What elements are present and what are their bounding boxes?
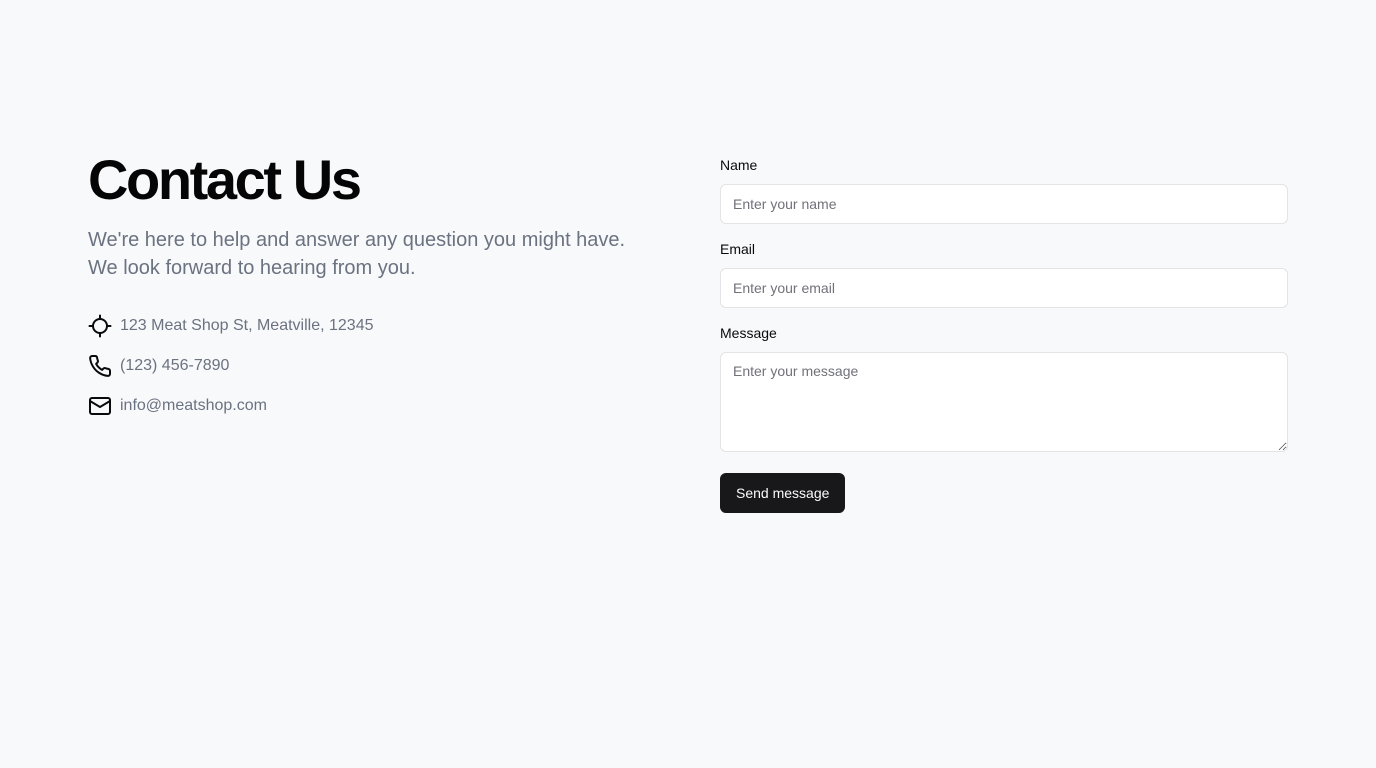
phone-icon [88, 354, 112, 378]
email-input[interactable] [720, 268, 1288, 308]
message-field-group: Message [720, 324, 1288, 457]
contact-page: Contact Us We're here to help and answer… [0, 0, 1376, 768]
email-item: info@meatshop.com [88, 394, 648, 418]
name-field-group: Name [720, 156, 1288, 224]
address-text: 123 Meat Shop St, Meatville, 12345 [120, 317, 374, 334]
address-item: 123 Meat Shop St, Meatville, 12345 [88, 314, 648, 338]
email-field-group: Email [720, 240, 1288, 308]
email-label: Email [720, 241, 756, 257]
name-input[interactable] [720, 184, 1288, 224]
message-label: Message [720, 325, 777, 341]
contact-info-list: 123 Meat Shop St, Meatville, 12345 (123)… [88, 314, 648, 418]
mail-icon [88, 394, 112, 418]
page-subtitle: We're here to help and answer any questi… [88, 229, 626, 279]
phone-item: (123) 456-7890 [88, 354, 648, 378]
contact-info-section: Contact Us We're here to help and answer… [88, 148, 648, 434]
page-title: Contact Us [88, 148, 362, 211]
email-text: info@meatshop.com [120, 397, 267, 414]
message-textarea[interactable] [720, 352, 1288, 452]
send-message-button[interactable]: Send message [720, 473, 846, 513]
phone-text: (123) 456-7890 [120, 357, 230, 374]
crosshair-icon [88, 314, 112, 338]
name-label: Name [720, 157, 758, 173]
contact-form: Name Email Message Send message [720, 156, 1288, 513]
